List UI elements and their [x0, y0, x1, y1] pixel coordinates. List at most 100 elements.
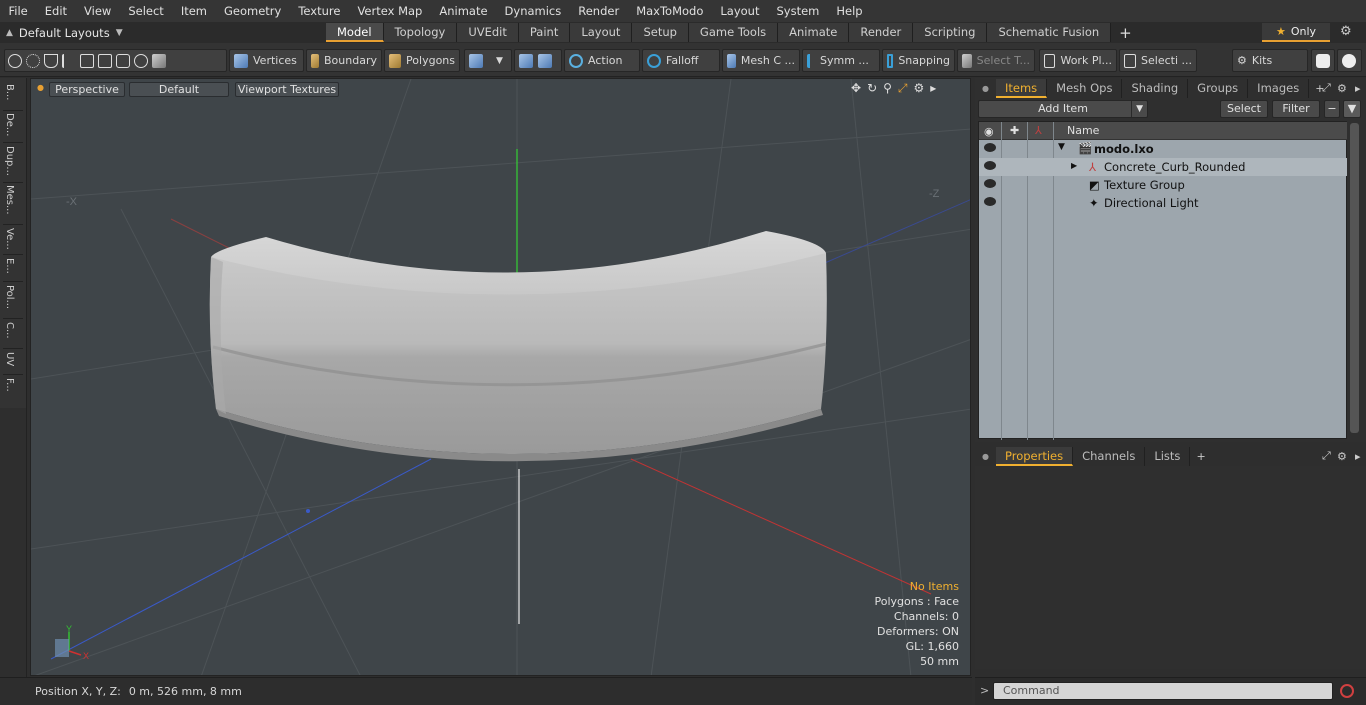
tab-layout[interactable]: Layout	[570, 23, 633, 42]
left-tab-fusion[interactable]: F...	[4, 378, 15, 392]
cube-snap-icon[interactable]	[519, 53, 533, 68]
tab-lists[interactable]: Lists	[1145, 446, 1191, 466]
work-plane-button[interactable]: Work Pl...	[1039, 49, 1117, 72]
panel-popout-icon[interactable]: ⤢	[1322, 81, 1331, 95]
filter-button[interactable]: Filter	[1272, 100, 1320, 118]
add-tab-icon[interactable]: +	[1111, 24, 1140, 42]
world-icon[interactable]	[26, 53, 40, 68]
expand-arrow-icon[interactable]: ▶	[1071, 161, 1077, 170]
panel-menu-icon[interactable]: ●	[975, 452, 996, 461]
select-through-button[interactable]: Select T...	[957, 49, 1035, 72]
menu-render[interactable]: Render	[570, 0, 628, 22]
record-stop-icon[interactable]	[1340, 684, 1354, 698]
panel-settings-icon[interactable]: ⚙	[1337, 450, 1347, 463]
menu-item[interactable]: Item	[172, 0, 215, 22]
lock-column-icon[interactable]: ✚	[1010, 124, 1019, 137]
menu-file[interactable]: File	[0, 0, 36, 22]
name-column-header[interactable]: Name	[1067, 124, 1099, 137]
filter-funnel-icon[interactable]: ▼	[1343, 100, 1361, 118]
action-button[interactable]: Action	[564, 49, 640, 72]
panel-menu-icon[interactable]: ●	[975, 84, 996, 93]
left-tab-edge[interactable]: E...	[4, 258, 15, 274]
tab-channels[interactable]: Channels	[1073, 446, 1146, 466]
mesh-constraints-button[interactable]: Mesh C ...	[722, 49, 800, 72]
grid-icon[interactable]	[98, 53, 112, 68]
falloff-button[interactable]: Falloff	[642, 49, 720, 72]
menu-system[interactable]: System	[768, 0, 828, 22]
tab-items[interactable]: Items	[995, 78, 1048, 98]
add-item-button[interactable]: Add Item ▼	[978, 100, 1148, 118]
panel-popout-icon[interactable]: ⤢	[1322, 449, 1331, 463]
concrete-curb-mesh[interactable]	[209, 231, 827, 462]
zoom-icon[interactable]: ⚲	[883, 81, 892, 96]
boundary-button[interactable]: Boundary	[306, 49, 382, 72]
only-toggle[interactable]: ★ Only	[1262, 23, 1330, 42]
perspective-button[interactable]: Perspective	[49, 82, 125, 97]
tab-mesh-ops[interactable]: Mesh Ops	[1047, 78, 1123, 98]
tab-paint[interactable]: Paint	[518, 23, 571, 42]
menu-layout[interactable]: Layout	[712, 0, 768, 22]
align-icon[interactable]	[80, 53, 94, 68]
maximize-icon[interactable]: ⤢	[898, 81, 908, 96]
visibility-eye-icon[interactable]	[984, 197, 996, 206]
left-tab-polygon[interactable]: Pol...	[4, 285, 15, 309]
material-dropdown[interactable]: ▼	[464, 49, 512, 72]
item-row-light[interactable]: ✦ Directional Light	[979, 194, 1348, 212]
left-tab-vertex[interactable]: Ve...	[4, 228, 15, 250]
tab-model[interactable]: Model	[326, 23, 384, 42]
panel-expand-icon[interactable]: ▸	[1355, 82, 1361, 95]
vertical-scrollbar[interactable]	[1347, 121, 1362, 439]
auto-select-icon[interactable]	[8, 53, 22, 68]
tab-schematic-fusion[interactable]: Schematic Fusion	[987, 23, 1112, 42]
cube-snap-alt-icon[interactable]	[538, 53, 552, 68]
visibility-eye-icon[interactable]	[984, 179, 996, 188]
panel-expand-icon[interactable]: ▸	[1355, 450, 1361, 463]
selection-sets-button[interactable]: Selecti ...	[1119, 49, 1197, 72]
menu-geometry[interactable]: Geometry	[216, 0, 290, 22]
menu-animate[interactable]: Animate	[431, 0, 496, 22]
item-row-mesh[interactable]: ▶ ⅄ Concrete_Curb_Rounded	[979, 158, 1348, 176]
unity-button[interactable]	[1337, 49, 1362, 72]
menu-dynamics[interactable]: Dynamics	[496, 0, 570, 22]
visibility-eye-icon[interactable]	[984, 143, 996, 152]
brush-icon[interactable]	[62, 53, 76, 68]
item-row-texture-group[interactable]: ◩ Texture Group	[979, 176, 1348, 194]
tab-animate[interactable]: Animate	[778, 23, 850, 42]
visibility-eye-icon[interactable]	[984, 161, 996, 170]
tab-groups[interactable]: Groups	[1188, 78, 1249, 98]
collapse-icon[interactable]: ▲	[6, 28, 13, 38]
menu-edit[interactable]: Edit	[36, 0, 75, 22]
polygons-button[interactable]: Polygons	[384, 49, 460, 72]
menu-maxtomodo[interactable]: MaxToModo	[628, 0, 712, 22]
menu-view[interactable]: View	[76, 0, 120, 22]
expand-arrow-icon[interactable]: ▼	[1058, 142, 1065, 152]
gear-icon[interactable]: ⚙	[1340, 24, 1352, 39]
symmetry-button[interactable]: Symm ...	[802, 49, 880, 72]
frame-icon[interactable]	[116, 53, 130, 68]
left-tab-uv[interactable]: UV	[4, 352, 15, 366]
left-tab-duplicate[interactable]: Dup...	[4, 146, 15, 176]
viewport-settings-icon[interactable]: ⚙	[914, 81, 925, 96]
viewport-menu-icon[interactable]: ●	[37, 83, 44, 92]
menu-help[interactable]: Help	[828, 0, 871, 22]
viewport-textures-button[interactable]: Viewport Textures	[235, 82, 339, 97]
left-tab-deform[interactable]: De...	[4, 113, 15, 136]
locator-column-icon[interactable]: ⅄	[1035, 124, 1042, 137]
command-input[interactable]: Command	[993, 682, 1333, 700]
left-tab-basic[interactable]: B...	[4, 84, 15, 100]
pen-icon[interactable]	[44, 53, 58, 68]
pan-icon[interactable]: ✥	[851, 81, 861, 96]
command-history-icon[interactable]: >	[980, 684, 989, 697]
cube-view-button[interactable]	[1311, 49, 1335, 72]
tab-scripting[interactable]: Scripting	[913, 23, 988, 42]
tab-uvedit[interactable]: UVEdit	[457, 23, 519, 42]
visibility-column-icon[interactable]: ◉	[984, 125, 994, 138]
3d-viewport[interactable]: -X -Z Y X ● Perspective Default Viewport…	[30, 78, 971, 676]
layout-selector[interactable]: ▲ Default Layouts ▼	[0, 22, 326, 43]
vertices-button[interactable]: Vertices	[229, 49, 304, 72]
circle-icon[interactable]	[134, 53, 148, 68]
tab-shading[interactable]: Shading	[1122, 78, 1189, 98]
kits-button[interactable]: ⚙ Kits	[1232, 49, 1308, 72]
tab-render[interactable]: Render	[849, 23, 914, 42]
tab-setup[interactable]: Setup	[632, 23, 689, 42]
